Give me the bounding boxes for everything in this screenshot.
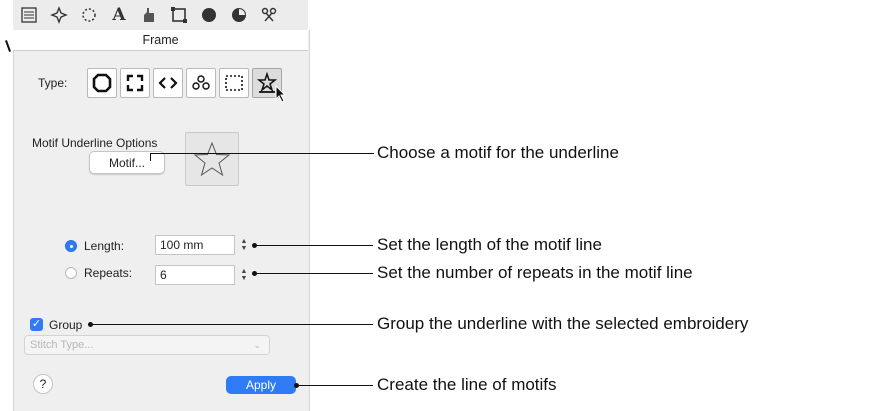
text-icon[interactable]: A <box>107 4 131 26</box>
help-button[interactable]: ? <box>33 374 53 394</box>
list-icon[interactable] <box>17 4 41 26</box>
length-field[interactable]: 100 mm <box>155 235 235 255</box>
motif-section-title: Motif Underline Options <box>32 136 158 150</box>
filled-circle-icon[interactable] <box>197 4 221 26</box>
octagon-frame-button[interactable] <box>87 68 117 98</box>
length-label: Length: <box>84 239 125 253</box>
callout-repeats: Set the number of repeats in the motif l… <box>377 263 693 282</box>
callout-length: Set the length of the motif line <box>377 235 602 254</box>
group-checkbox[interactable]: ✓ <box>30 318 43 331</box>
sparkle-icon[interactable] <box>47 4 71 26</box>
panel-title: Frame <box>13 30 308 51</box>
repeats-field[interactable]: 6 <box>155 265 235 285</box>
toolbar: A <box>13 0 308 31</box>
motif-button[interactable]: Motif... <box>89 151 165 174</box>
callout-line-motif <box>150 153 374 154</box>
mouse-cursor-icon <box>275 85 287 103</box>
dashed-rectangle-icon <box>225 75 243 91</box>
length-stepper[interactable]: ▲ ▼ <box>238 235 250 255</box>
chevron-down-icon: ⌄ <box>253 340 261 350</box>
type-label: Type: <box>38 76 68 90</box>
ornament-icon <box>192 75 210 90</box>
motif-preview <box>185 132 239 186</box>
callout-line-group <box>91 324 373 325</box>
stitch-type-placeholder: Stitch Type... <box>30 339 94 351</box>
repeats-stepper[interactable]: ▲ ▼ <box>238 265 250 285</box>
length-radio[interactable] <box>65 240 77 252</box>
hand-icon[interactable] <box>137 4 161 26</box>
ornament-frame-button[interactable] <box>186 68 216 98</box>
star-icon <box>193 141 231 177</box>
pie-icon[interactable] <box>227 4 251 26</box>
frame-icon[interactable] <box>167 4 191 26</box>
repeats-label: Repeats: <box>84 266 133 280</box>
dotted-circle-icon[interactable] <box>77 4 101 26</box>
scissors-icon[interactable] <box>257 4 281 26</box>
callout-group: Group the underline with the selected em… <box>377 314 749 333</box>
edge-mark <box>5 40 11 52</box>
apply-button[interactable]: Apply <box>226 376 296 394</box>
bracket-corners-icon <box>126 74 144 92</box>
octagon-icon <box>92 73 112 93</box>
callout-line-repeats <box>255 273 373 274</box>
repeats-radio[interactable] <box>65 267 77 279</box>
callout-motif: Choose a motif for the underline <box>377 143 619 162</box>
callout-line-apply <box>297 385 373 386</box>
stitch-type-select[interactable]: Stitch Type... ⌄ <box>24 335 270 355</box>
callout-apply: Create the line of motifs <box>377 375 557 394</box>
angle-frame-button[interactable] <box>153 68 183 98</box>
bracket-frame-button[interactable] <box>120 68 150 98</box>
group-label: Group <box>49 318 83 332</box>
callout-line-motif-drop <box>150 153 151 161</box>
dashed-frame-button[interactable] <box>219 68 249 98</box>
callout-line-length <box>255 245 373 246</box>
angle-brackets-icon <box>158 77 178 89</box>
